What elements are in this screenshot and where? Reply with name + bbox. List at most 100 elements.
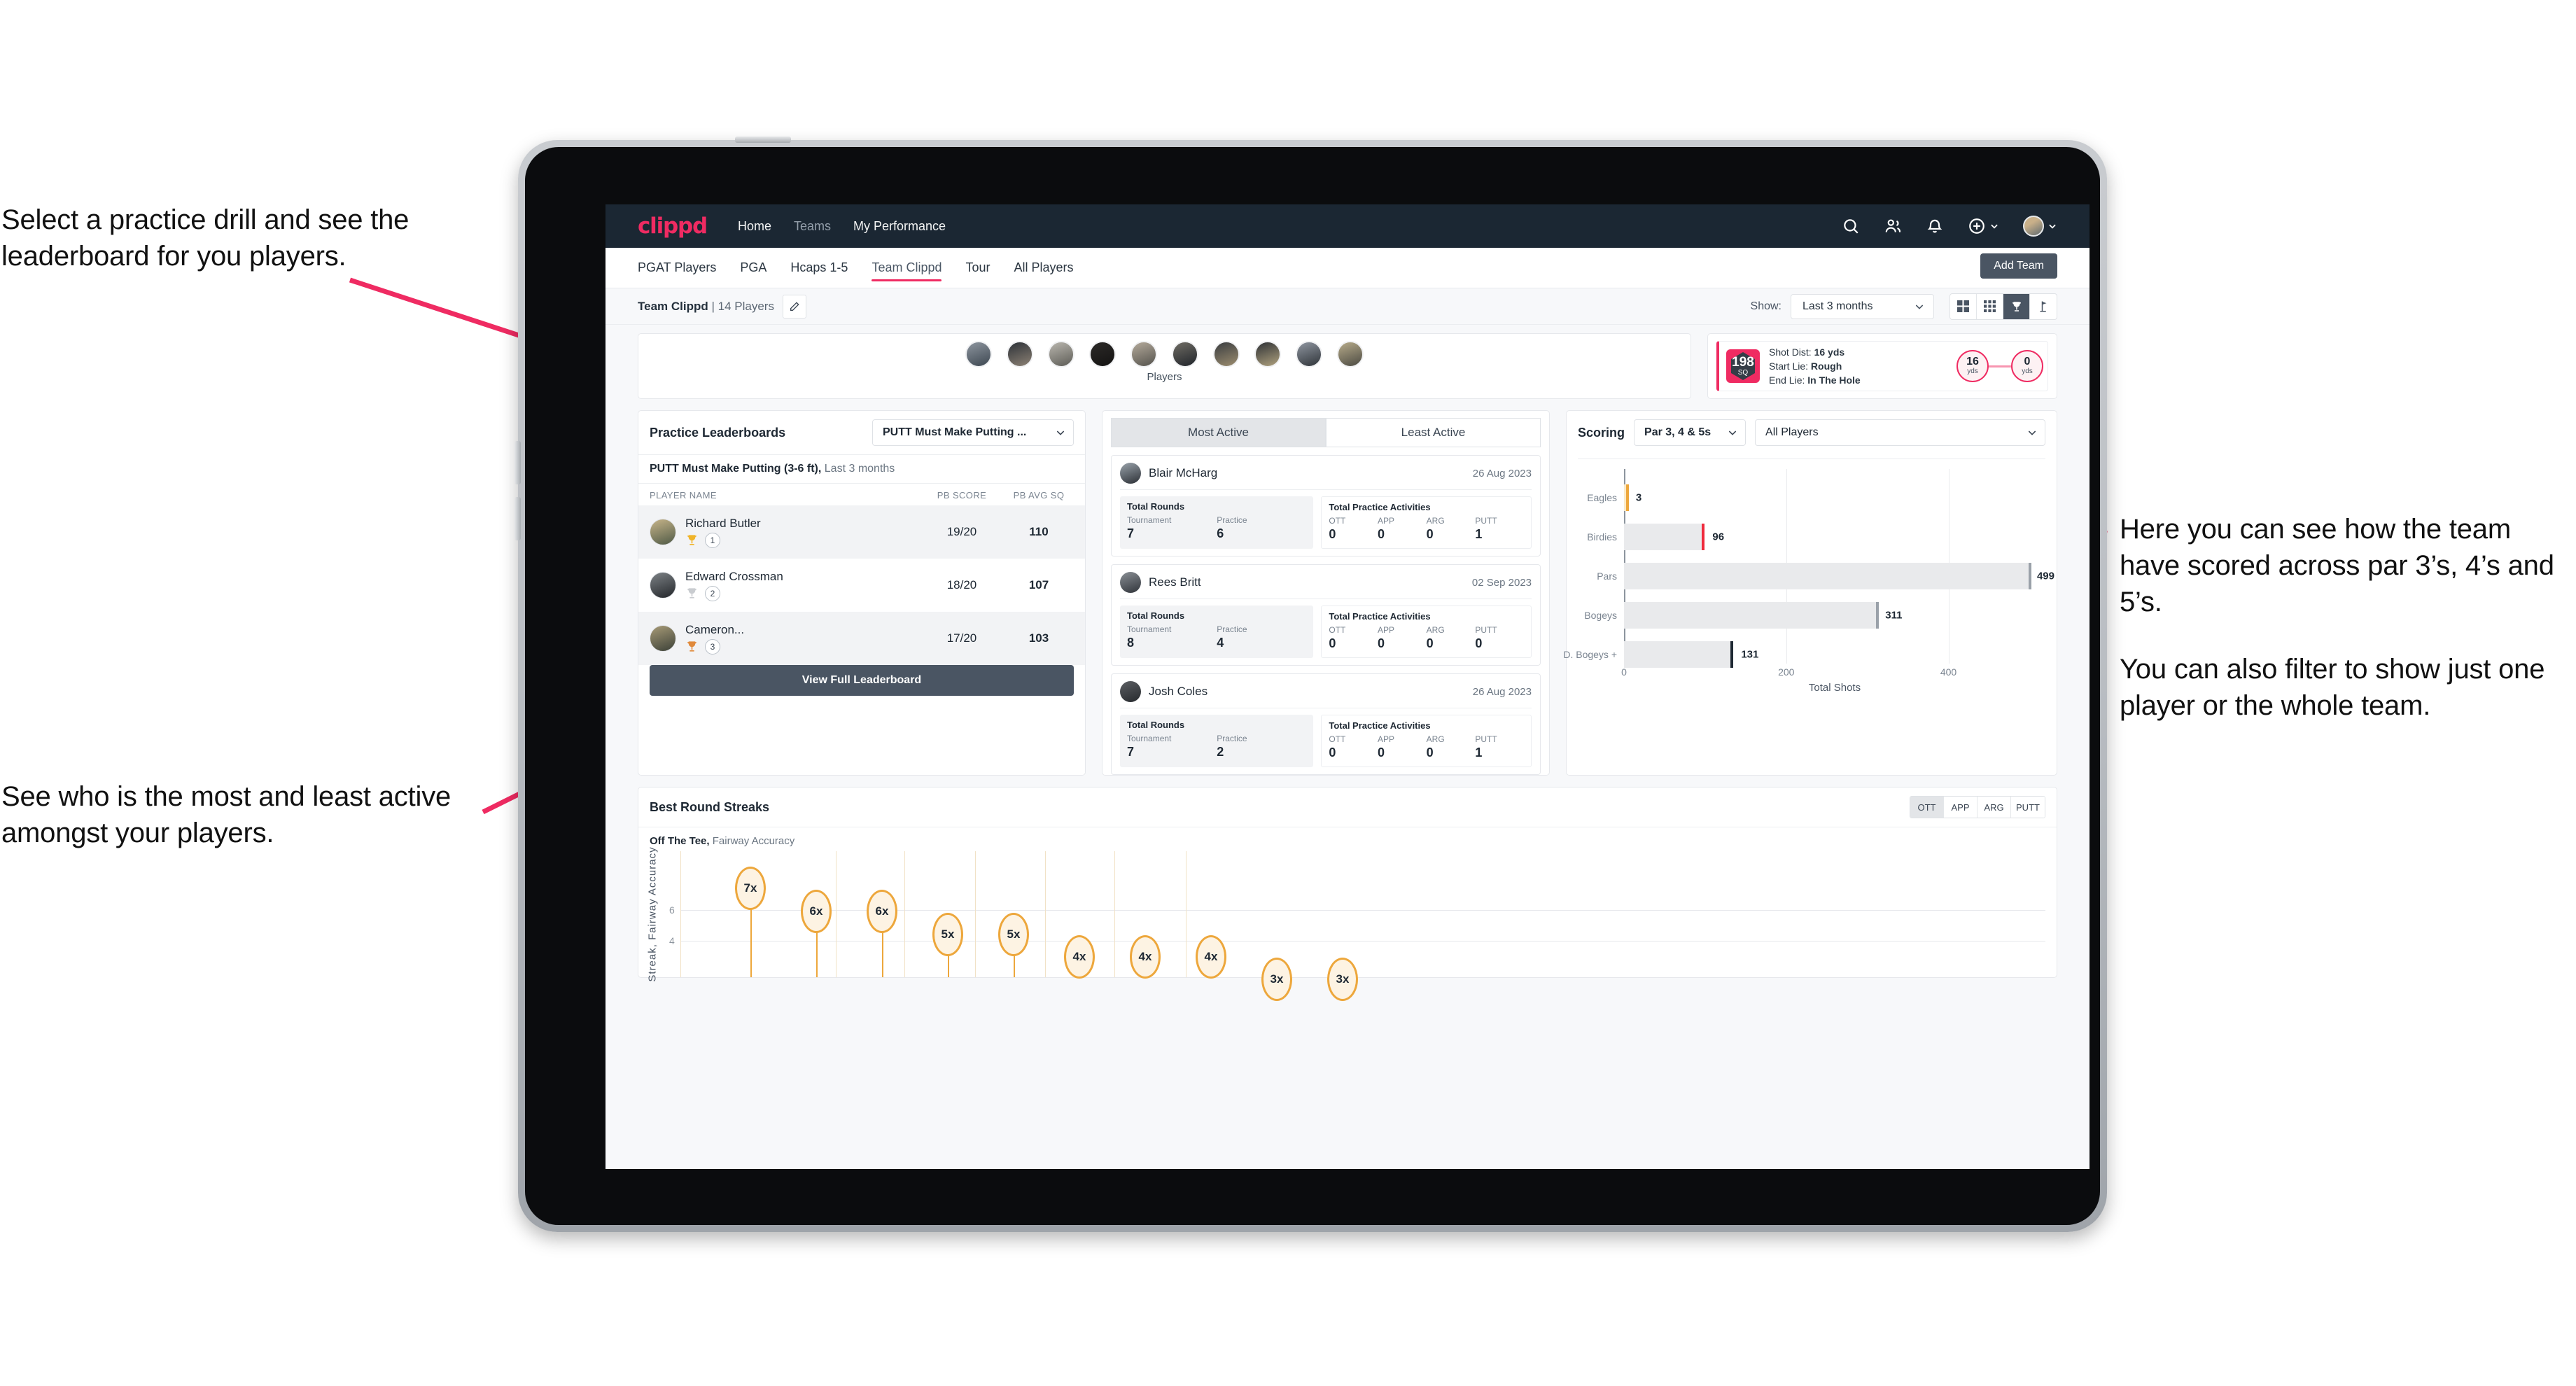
practice-value: 4 xyxy=(1217,636,1224,650)
scoring-plot-area: Eagles 3 Birdies 96 Pars 499 Bogeys 311 … xyxy=(1563,469,2054,668)
tournament-col: Tournament 8 xyxy=(1127,624,1217,650)
nav-link-my-performance[interactable]: My Performance xyxy=(853,219,946,234)
add-team-button[interactable]: Add Team xyxy=(1980,253,2057,279)
avatar[interactable] xyxy=(1007,341,1033,368)
avatar[interactable] xyxy=(965,341,992,368)
practice-value: 6 xyxy=(1217,526,1224,540)
practice-value: 2 xyxy=(1217,745,1224,759)
player-name: Blair McHarg xyxy=(1149,466,1218,479)
app-value: 0 xyxy=(1378,636,1385,650)
search-icon[interactable] xyxy=(1842,217,1860,235)
shot-inner: 198 SQ Shot Dist: 16 yds Start Lie: Roug… xyxy=(1716,341,2048,391)
avatar[interactable] xyxy=(1296,341,1322,368)
ott-col: OTT 0 xyxy=(1329,734,1378,760)
player-cell: Richard Butler 1 xyxy=(685,517,920,548)
player-filter-value: All Players xyxy=(1765,426,1819,438)
bell-icon[interactable] xyxy=(1926,217,1944,235)
streak-marker[interactable]: 7x xyxy=(735,867,766,910)
bar-value: 96 xyxy=(1712,531,1725,543)
start-distance-value: 16 xyxy=(1966,356,1979,368)
team-name: Team Clippd xyxy=(638,299,708,313)
add-menu-button[interactable] xyxy=(1968,217,1999,235)
tab-pgat-players[interactable]: PGAT Players xyxy=(638,248,716,288)
avatar[interactable] xyxy=(1089,341,1116,368)
nav-link-home[interactable]: Home xyxy=(738,219,771,234)
flag-icon[interactable] xyxy=(2030,294,2057,319)
streak-marker[interactable]: 5x xyxy=(998,913,1029,956)
avatar[interactable] xyxy=(1048,341,1074,368)
ytick-4: 4 xyxy=(669,935,675,946)
view-toggle-group xyxy=(1949,293,2057,320)
streak-marker[interactable]: 6x xyxy=(867,890,897,933)
trophy-icon[interactable] xyxy=(2003,293,2030,319)
streak-marker[interactable]: 3x xyxy=(1261,958,1292,1001)
app-value: 0 xyxy=(1378,527,1385,541)
leaderboard-period: Last 3 months xyxy=(824,463,895,475)
player-cell: Cameron... 3 xyxy=(685,623,920,654)
tab-all-players[interactable]: All Players xyxy=(1014,248,1074,288)
streak-marker[interactable]: 4x xyxy=(1130,935,1161,979)
toggle-ott[interactable]: OTT xyxy=(1910,797,1944,818)
streak-marker[interactable]: 4x xyxy=(1064,935,1095,979)
toggle-app[interactable]: APP xyxy=(1944,797,1977,818)
activity-date: 26 Aug 2023 xyxy=(1472,685,1532,698)
top-navigation-bar: clippd Home Teams My Performance xyxy=(606,204,2090,248)
shot-distance-diagram: 16 yds 0 yds xyxy=(1956,350,2047,382)
streak-marker[interactable]: 5x xyxy=(932,913,963,956)
people-icon[interactable] xyxy=(1884,217,1902,235)
streak-marker[interactable]: 3x xyxy=(1327,958,1358,1001)
bar-cap xyxy=(1875,602,1879,629)
total-rounds-panel: Total Rounds Tournament 7 Practice 2 xyxy=(1120,715,1314,767)
par-filter-select[interactable]: Par 3, 4 & 5s xyxy=(1634,419,1746,446)
edit-team-button[interactable] xyxy=(782,294,806,318)
date-range-select[interactable]: Last 3 months xyxy=(1791,293,1934,319)
streaks-category: Off The Tee, xyxy=(650,835,710,847)
streak-marker[interactable]: 6x xyxy=(801,890,832,933)
grid-large-icon[interactable] xyxy=(1950,293,1977,319)
avatar[interactable] xyxy=(1172,341,1198,368)
app-col: APP 0 xyxy=(1378,734,1427,760)
annotation-text-2: You can also filter to show just one pla… xyxy=(2120,654,2545,721)
tournament-label: Tournament xyxy=(1127,624,1172,634)
activity-card-header: Josh Coles 26 Aug 2023 xyxy=(1120,681,1532,708)
tab-least-active[interactable]: Least Active xyxy=(1326,418,1541,447)
shot-detail-card: 198 SQ Shot Dist: 16 yds Start Lie: Roug… xyxy=(1707,333,2057,399)
practice-col: Practice 4 xyxy=(1217,624,1306,650)
tab-hcaps-1-5[interactable]: Hcaps 1-5 xyxy=(790,248,848,288)
table-row[interactable]: Richard Butler 1 19/20 110 xyxy=(638,505,1085,559)
grid-small-icon[interactable] xyxy=(1977,293,2003,319)
streak-marker[interactable]: 4x xyxy=(1196,935,1226,979)
toggle-arg[interactable]: ARG xyxy=(1977,797,2011,818)
clippd-logo[interactable]: clippd xyxy=(638,214,708,239)
bar-value: 311 xyxy=(1885,609,1903,622)
total-rounds-header: Total Rounds xyxy=(1127,501,1185,512)
list-item[interactable]: Rees Britt 02 Sep 2023 Total Rounds Tour… xyxy=(1111,564,1541,666)
tab-tour[interactable]: Tour xyxy=(965,248,990,288)
avatar[interactable] xyxy=(1254,341,1281,368)
activity-tabs: Most Active Least Active xyxy=(1102,411,1549,447)
table-row[interactable]: Edward Crossman 2 18/20 107 xyxy=(638,559,1085,612)
drill-select[interactable]: PUTT Must Make Putting ... xyxy=(872,419,1074,446)
avatar[interactable] xyxy=(1337,341,1364,368)
table-row[interactable]: Cameron... 3 17/20 103 xyxy=(638,612,1085,665)
list-item[interactable]: Blair McHarg 26 Aug 2023 Total Rounds To… xyxy=(1111,455,1541,556)
ott-value: 0 xyxy=(1329,527,1336,541)
activity-card-body: Total Rounds Tournament 7 Practice 2 Tot… xyxy=(1120,715,1532,767)
tab-most-active[interactable]: Most Active xyxy=(1111,418,1326,447)
nav-link-teams[interactable]: Teams xyxy=(794,219,831,234)
team-tab-strip: PGAT Players PGA Hcaps 1-5 Team Clippd T… xyxy=(606,248,2090,288)
total-rounds-header: Total Rounds xyxy=(1127,720,1185,730)
player-filter-select[interactable]: All Players xyxy=(1755,419,2045,446)
view-full-leaderboard-button[interactable]: View Full Leaderboard xyxy=(650,665,1074,696)
toggle-putt[interactable]: PUTT xyxy=(2011,797,2045,818)
list-item[interactable]: Josh Coles 26 Aug 2023 Total Rounds Tour… xyxy=(1111,673,1541,775)
avatar[interactable] xyxy=(1130,341,1157,368)
practice-activities-panel: Total Practice Activities OTT 0 APP 0 ARG 0… xyxy=(1321,606,1532,658)
activity-card-header: Blair McHarg 26 Aug 2023 xyxy=(1120,463,1532,490)
start-distance-node: 16 yds xyxy=(1956,350,1989,382)
tab-team-clippd[interactable]: Team Clippd xyxy=(872,248,942,288)
user-menu-button[interactable] xyxy=(2023,216,2057,237)
tab-pga[interactable]: PGA xyxy=(740,248,766,288)
avatar[interactable] xyxy=(1213,341,1240,368)
activity-card-header: Rees Britt 02 Sep 2023 xyxy=(1120,572,1532,599)
